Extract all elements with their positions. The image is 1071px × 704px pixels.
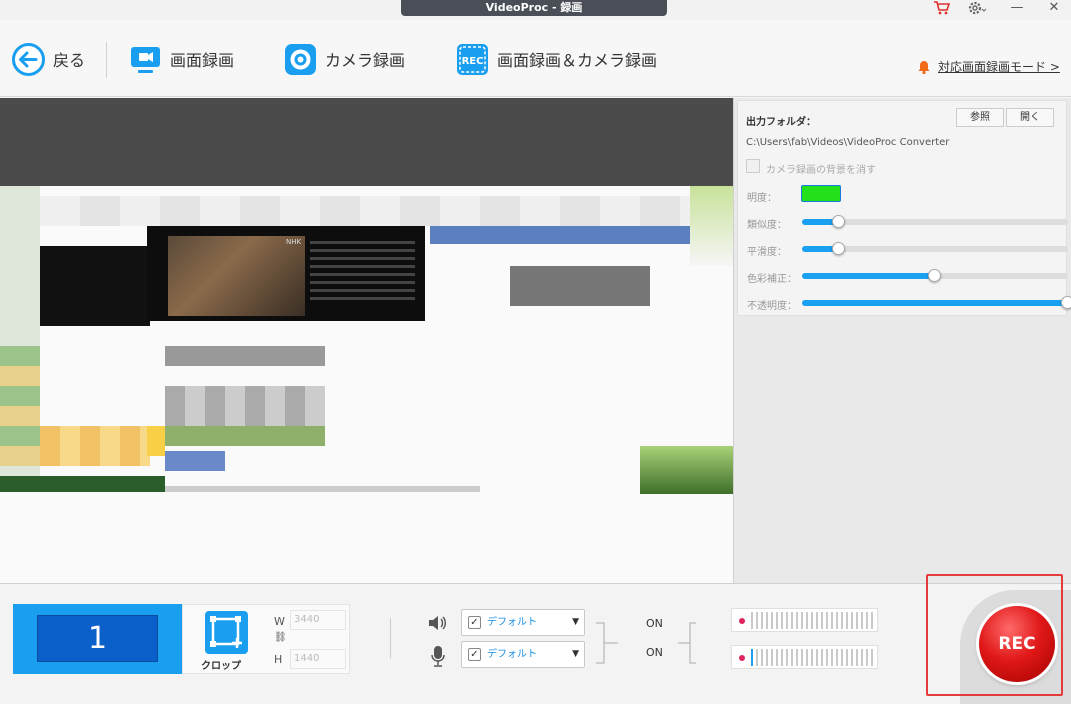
similarity-slider[interactable] — [802, 215, 1068, 228]
screen-record-label: 画面録画 — [170, 51, 235, 70]
close-button[interactable]: ✕ — [1042, 0, 1066, 18]
mic-checkbox[interactable]: ✓ — [468, 648, 481, 661]
speaker-device-label: デフォルト — [487, 617, 537, 628]
remove-bg-label: カメラ録画の背景を消す — [766, 165, 876, 176]
crop-button[interactable] — [204, 610, 249, 655]
link-icon[interactable]: ⛓ — [274, 632, 287, 643]
speaker-device-select[interactable]: ✓ デフォルト ▼ — [461, 609, 585, 636]
toolbar-divider — [106, 42, 107, 78]
similarity-label: 類似度： — [747, 220, 787, 231]
rec-icon: REC — [456, 43, 489, 76]
minimize-button[interactable]: — — [1005, 0, 1029, 18]
screen-selector[interactable]: 1 — [13, 604, 182, 674]
output-folder-label: 出力フォルダ： — [746, 117, 816, 128]
video-thumbnail — [168, 236, 305, 316]
microphone-icon — [430, 645, 446, 671]
height-label: H — [274, 653, 283, 666]
opacity-label: 不透明度： — [747, 301, 797, 312]
chevron-down-icon: ▼ — [572, 649, 579, 659]
toolbar: 戻る 画面録画 カメラ録画 REC 画面録画＆カメラ録画 対応画面録画モード > — [0, 20, 1071, 97]
back-arrow-icon — [12, 42, 45, 76]
captured-screen: NHK — [0, 186, 733, 592]
settings-panel: 出力フォルダ： 参照 開く C:\Users\fab\Videos\VideoP… — [733, 98, 1071, 583]
crop-panel: クロップ W 3440 ⛓ H 1440 — [182, 604, 350, 674]
speaker-icon — [427, 614, 449, 636]
height-input[interactable]: 1440 — [290, 649, 346, 669]
mic-level-meter — [731, 645, 878, 669]
back-button[interactable]: 戻る — [12, 42, 85, 76]
width-input[interactable]: 3440 — [290, 610, 346, 630]
brightness-color-swatch[interactable] — [801, 185, 841, 202]
crop-icon — [205, 611, 248, 654]
smoothness-slider[interactable] — [802, 242, 1068, 255]
mic-indicator-dot — [739, 655, 745, 661]
screen-camera-record-label: 画面録画＆カメラ録画 — [497, 51, 658, 70]
camera-record-button[interactable]: カメラ録画 — [284, 42, 405, 76]
brightness-label: 明度： — [747, 193, 777, 204]
bottom-bar: 1 クロップ W 3440 ⛓ H 1440 ✓ デフォルト ▼ ✓ デフォルト… — [0, 583, 1071, 704]
screen-record-button[interactable]: 画面録画 — [129, 42, 234, 76]
remove-bg-checkbox[interactable] — [746, 159, 760, 173]
speaker-checkbox[interactable]: ✓ — [468, 616, 481, 629]
speaker-level-meter — [731, 608, 878, 632]
webcam-icon — [284, 43, 317, 76]
bell-icon — [918, 60, 930, 74]
smoothness-label: 平滑度： — [747, 247, 787, 258]
speaker-state: ON — [646, 617, 663, 630]
cart-icon[interactable] — [930, 0, 954, 18]
record-mode-link[interactable]: 対応画面録画モード > — [916, 58, 1060, 75]
mic-device-select[interactable]: ✓ デフォルト ▼ — [461, 641, 585, 668]
color-correction-label: 色彩補正： — [747, 274, 797, 285]
color-correction-slider[interactable] — [802, 269, 1068, 282]
screen-camera-record-button[interactable]: REC 画面録画＆カメラ録画 — [456, 42, 657, 76]
record-mode-label: 対応画面録画モード > — [938, 60, 1060, 74]
screen-number: 1 — [37, 615, 158, 662]
rec-highlight-box — [926, 574, 1063, 696]
opacity-slider[interactable] — [802, 296, 1071, 309]
width-label: W — [274, 615, 285, 628]
browse-button[interactable]: 参照 — [956, 108, 1004, 127]
mic-device-label: デフォルト — [487, 649, 537, 660]
mic-state: ON — [646, 646, 663, 659]
video-caption: NHK — [286, 238, 302, 246]
gear-icon[interactable] — [965, 0, 989, 18]
rec-icon-text: REC — [462, 56, 484, 67]
title-bar: VideoProc - 録画 — ✕ — [0, 0, 1071, 20]
crop-label: クロップ — [201, 661, 241, 672]
bottom-divider — [390, 618, 391, 658]
screen-preview: NHK — [0, 98, 733, 592]
open-button[interactable]: 開く — [1006, 108, 1054, 127]
monitor-camera-icon — [129, 43, 162, 76]
camera-settings-box: 出力フォルダ： 参照 開く C:\Users\fab\Videos\VideoP… — [737, 100, 1071, 316]
camera-record-label: カメラ録画 — [325, 51, 406, 70]
window-title: VideoProc - 録画 — [401, 0, 667, 16]
output-path: C:\Users\fab\Videos\VideoProc Converter — [746, 137, 950, 148]
speaker-indicator-dot — [739, 618, 745, 624]
back-label: 戻る — [53, 51, 86, 70]
chevron-down-icon: ▼ — [572, 617, 579, 627]
